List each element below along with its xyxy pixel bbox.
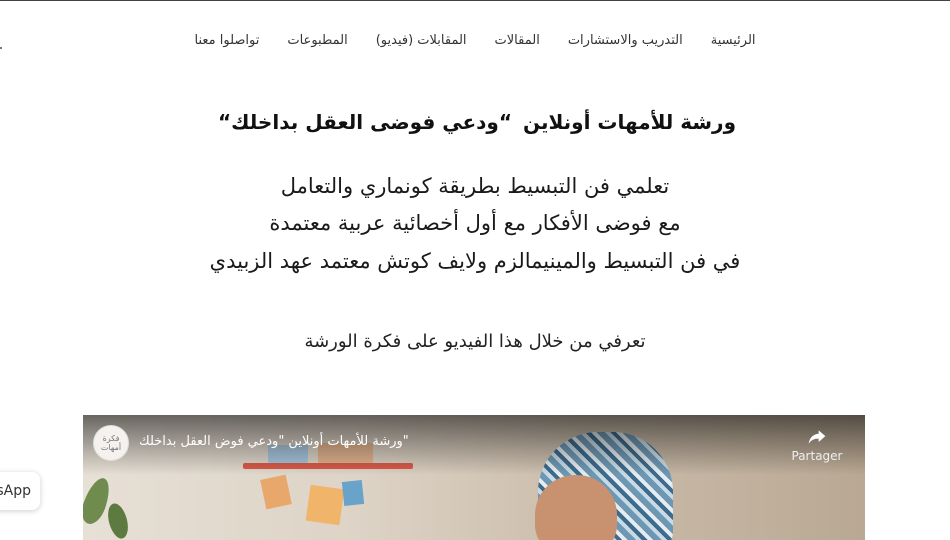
main-navigation: الرئيسية التدريب والاستشارات المقالات ال… <box>0 33 950 53</box>
nav-item-contact[interactable]: تواصلوا معنا <box>194 33 259 53</box>
hero-line-1: تعلمي فن التبسيط بطريقة كونماري والتعامل <box>280 174 670 198</box>
nav-item-articles[interactable]: المقالات <box>495 33 540 53</box>
title-prefix: ورشة للأمهات أونلاين <box>522 110 736 134</box>
nav-item-training[interactable]: التدريب والاستشارات <box>568 33 683 53</box>
thumbnail-decor <box>341 480 365 506</box>
share-button[interactable]: Partager <box>787 427 847 463</box>
video-intro-text: تعرفي من خلال هذا الفيديو على فكرة الورش… <box>304 331 646 352</box>
video-player[interactable]: فكرة أمهات "ورشة للأمهات أونلاين "ودعي ف… <box>83 415 865 540</box>
nav-item-interviews[interactable]: المقابلات (فيديو) <box>376 33 467 53</box>
channel-avatar-text: فكرة أمهات <box>100 434 122 452</box>
share-arrow-icon <box>808 430 826 444</box>
nav-item-home[interactable]: الرئيسية <box>711 33 756 53</box>
hero-line-3: في فن التبسيط والمينيمالزم ولايف كوتش مع… <box>209 249 741 273</box>
hero-line-2: مع فوضى الأفكار مع أول أخصائية عربية معت… <box>269 211 681 235</box>
page-title: ورشة للأمهات أونلاين “ودعي فوضى العقل بد… <box>214 110 736 134</box>
title-highlight: “ودعي فوضى العقل بداخلك“ <box>214 110 516 134</box>
video-title[interactable]: "ورشة للأمهات أونلاين "ودعي فوض العقل بد… <box>139 434 739 449</box>
whatsapp-button[interactable]: sApp <box>0 472 40 510</box>
whatsapp-label: sApp <box>0 483 31 499</box>
channel-avatar[interactable]: فكرة أمهات <box>93 425 129 461</box>
top-border <box>0 0 950 1</box>
page-title-wrapper: ورشة للأمهات أونلاين “ودعي فوضى العقل بد… <box>0 110 950 134</box>
nav-item-publications[interactable]: المطبوعات <box>287 33 347 53</box>
share-label: Partager <box>791 449 843 463</box>
thumbnail-decor <box>305 484 345 526</box>
